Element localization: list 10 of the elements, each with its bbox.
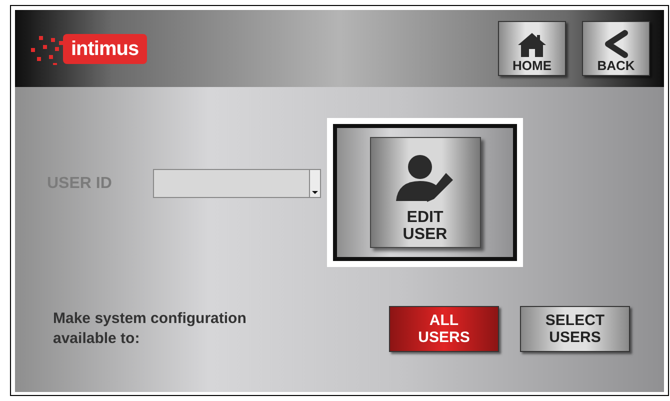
back-button[interactable]: BACK bbox=[582, 21, 650, 76]
caret-icon bbox=[312, 191, 318, 194]
home-icon bbox=[517, 32, 547, 58]
user-id-dropdown[interactable] bbox=[153, 169, 321, 198]
availability-label: Make system configuration available to: bbox=[53, 309, 248, 349]
edit-user-button[interactable]: EDIT USER bbox=[370, 137, 480, 248]
home-button[interactable]: HOME bbox=[498, 21, 566, 76]
availability-option[interactable]: SELECT USERS bbox=[520, 306, 630, 352]
logo: intimus bbox=[63, 34, 147, 64]
availability-option[interactable]: ALL USERS bbox=[389, 306, 499, 352]
